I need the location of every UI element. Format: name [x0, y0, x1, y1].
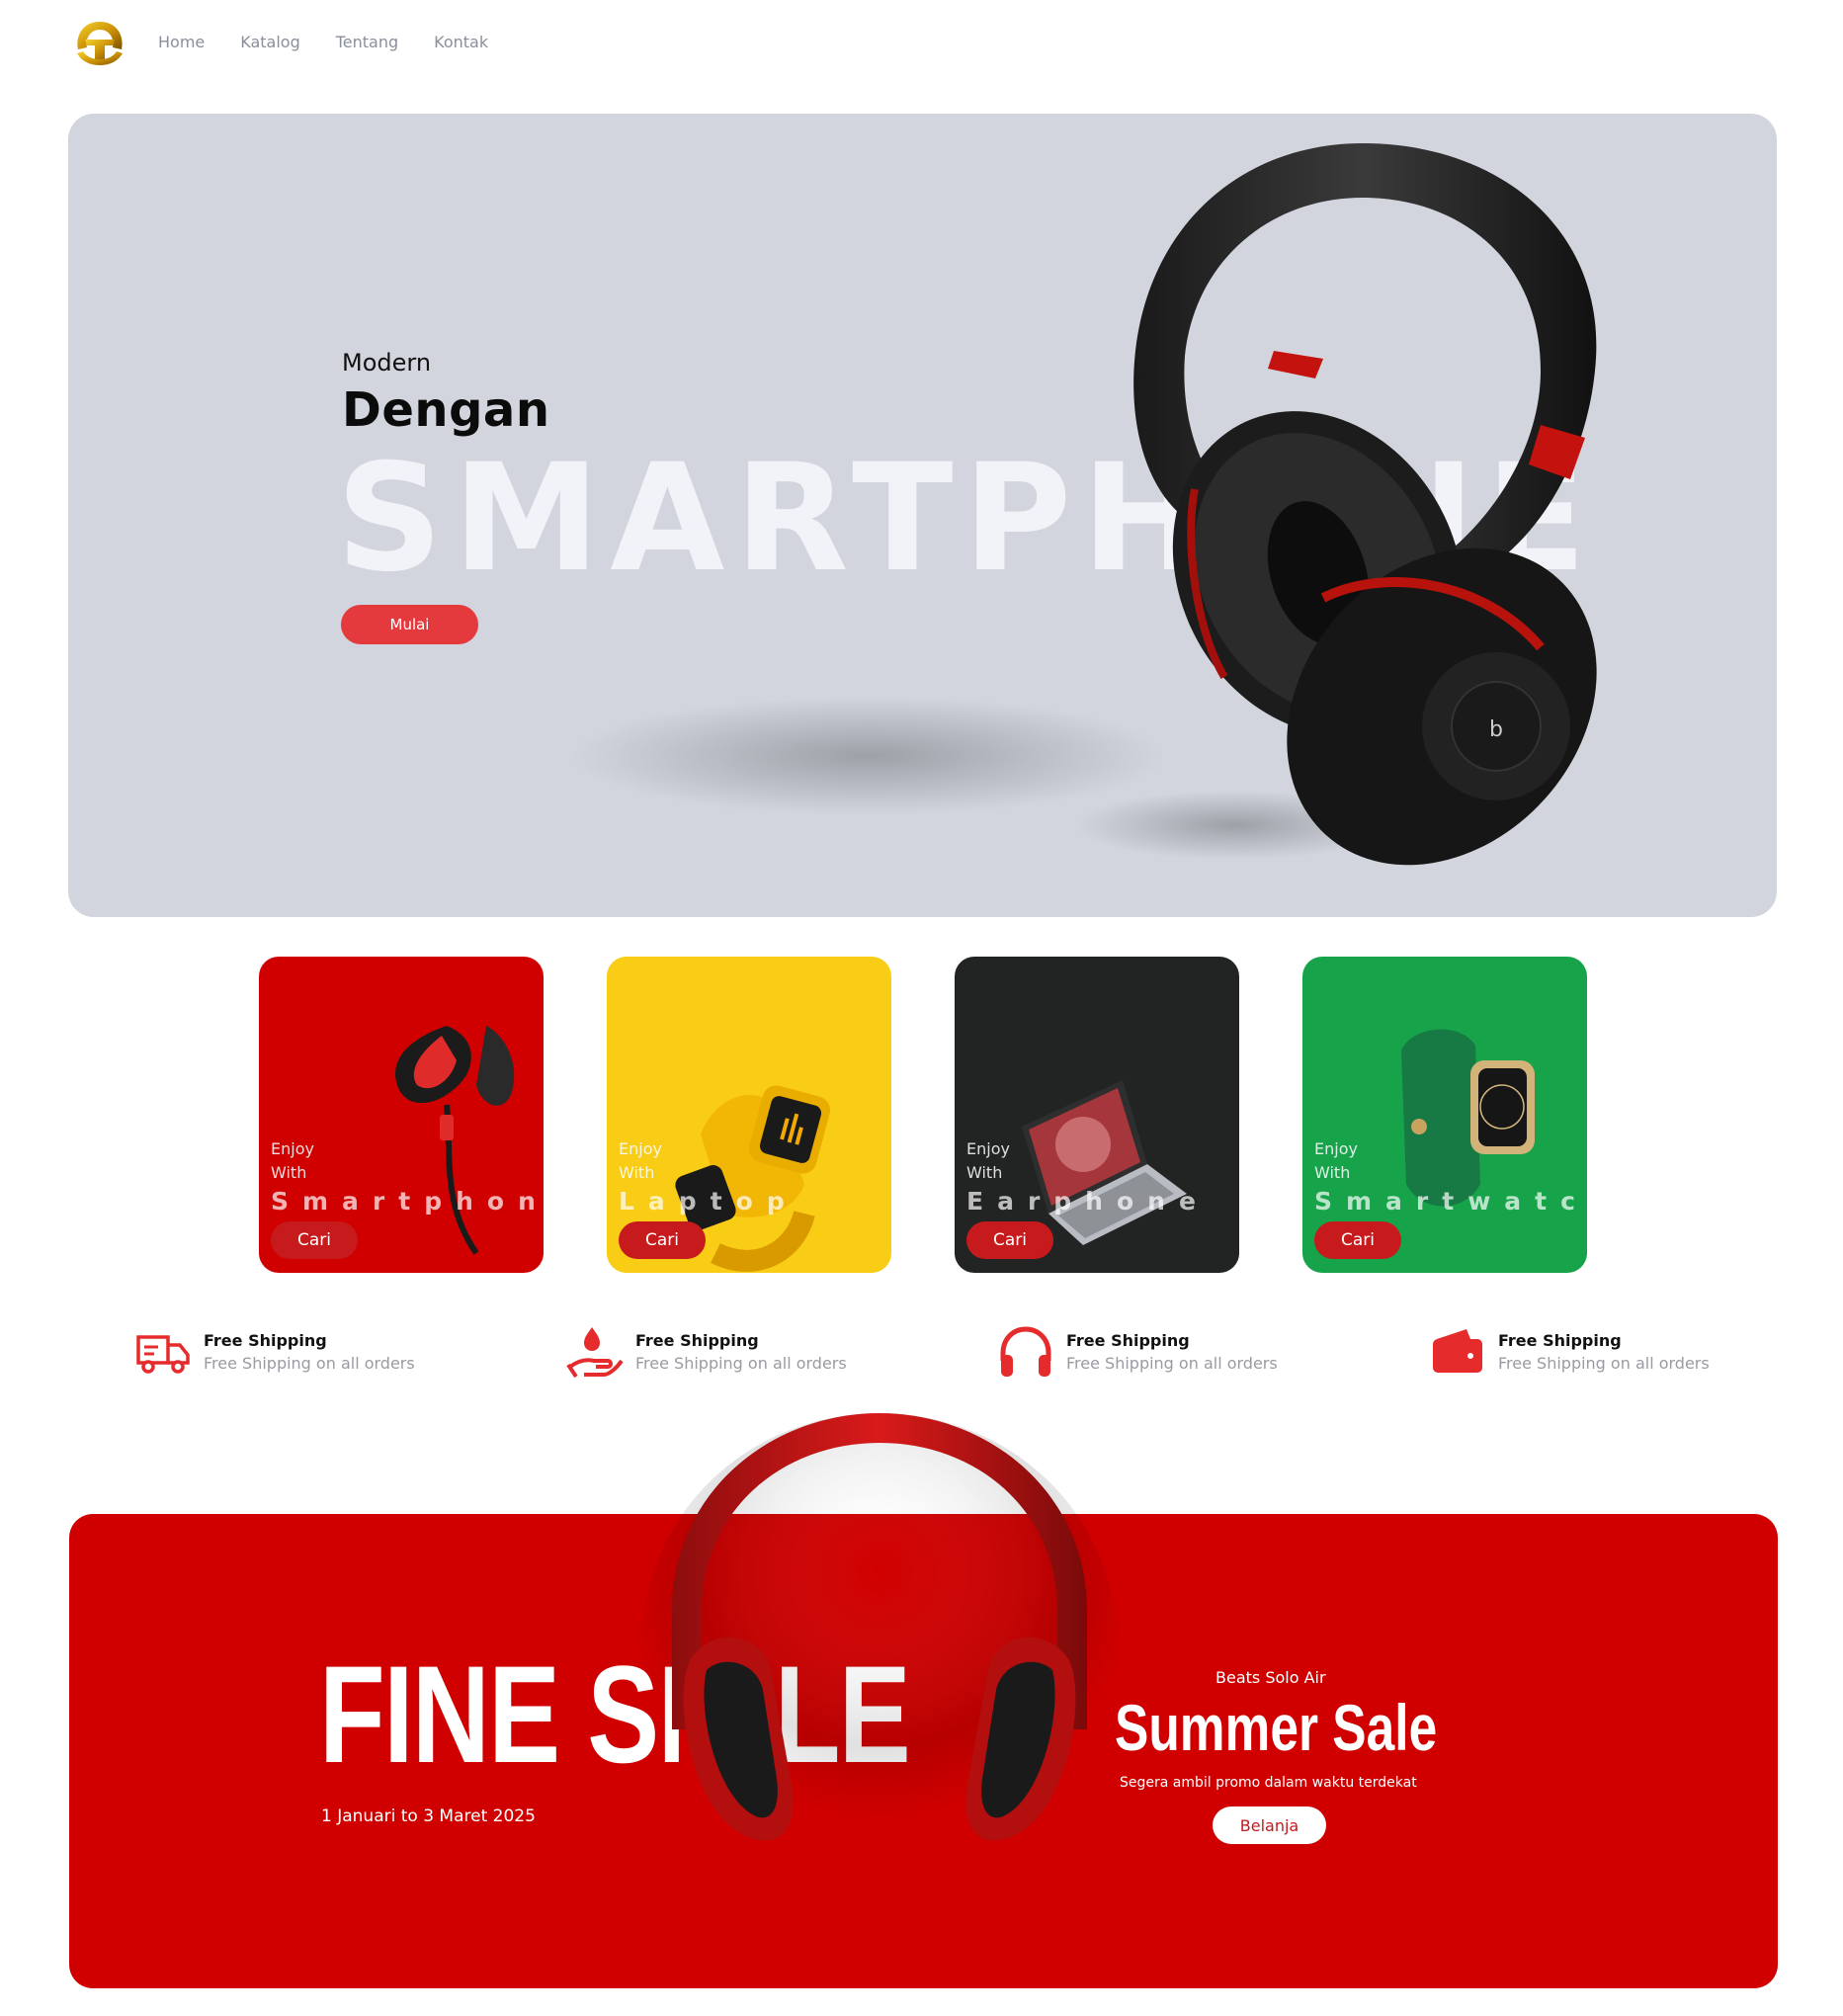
hero-start-button[interactable]: Mulai — [341, 605, 478, 644]
card-enjoy-text: Enjoy — [966, 1139, 1010, 1158]
feature-subtitle: Free Shipping on all orders — [635, 1354, 847, 1373]
nav-tentang[interactable]: Tentang — [336, 33, 398, 51]
card-with-text: With — [271, 1163, 307, 1182]
feature-item: Free Shipping Free Shipping on all order… — [1427, 1322, 1710, 1382]
card-enjoy-text: Enjoy — [271, 1139, 314, 1158]
feature-item: Free Shipping Free Shipping on all order… — [564, 1322, 847, 1382]
feature-title: Free Shipping — [1498, 1331, 1622, 1350]
nav-katalog[interactable]: Katalog — [240, 33, 299, 51]
category-card-smartwatch[interactable]: Enjoy With Smartwatch Cari — [1302, 957, 1587, 1273]
card-enjoy-text: Enjoy — [1314, 1139, 1358, 1158]
headphones-icon — [1000, 1326, 1051, 1377]
wallet-icon — [1433, 1329, 1482, 1373]
card-category-word: Earphone — [966, 1187, 1210, 1216]
card-category-word: Laptop — [619, 1187, 798, 1216]
svg-text:b: b — [1489, 717, 1503, 742]
truck-icon — [136, 1335, 190, 1374]
feature-item: Free Shipping Free Shipping on all order… — [132, 1322, 415, 1382]
nav-kontak[interactable]: Kontak — [434, 33, 488, 51]
brand-logo[interactable] — [69, 14, 130, 69]
top-nav: Home Katalog Tentang Kontak — [69, 14, 524, 69]
card-category-word: Smartphone — [271, 1187, 544, 1216]
category-card-earphone[interactable]: Enjoy With Earphone Cari — [955, 957, 1239, 1273]
card-with-text: With — [619, 1163, 655, 1182]
card-search-button[interactable]: Cari — [1314, 1221, 1401, 1259]
nav-home[interactable]: Home — [158, 33, 205, 51]
sale-date: 1 Januari to 3 Maret 2025 — [321, 1806, 536, 1826]
card-category-word: Smartwatch — [1314, 1187, 1587, 1216]
feature-title: Free Shipping — [1066, 1331, 1190, 1350]
card-with-text: With — [1314, 1163, 1351, 1182]
sale-product-name: Beats Solo Air — [1215, 1668, 1326, 1687]
feature-title: Free Shipping — [204, 1331, 327, 1350]
hero-line-dengan: Dengan — [342, 382, 550, 438]
category-card-smartphone[interactable]: Enjoy With Smartphone Cari — [259, 957, 544, 1273]
card-enjoy-text: Enjoy — [619, 1139, 662, 1158]
shop-button[interactable]: Belanja — [1213, 1806, 1326, 1844]
card-with-text: With — [966, 1163, 1003, 1182]
card-search-button[interactable]: Cari — [619, 1221, 706, 1259]
feature-subtitle: Free Shipping on all orders — [1066, 1354, 1278, 1373]
feature-title: Free Shipping — [635, 1331, 759, 1350]
feature-subtitle: Free Shipping on all orders — [204, 1354, 415, 1373]
feature-item: Free Shipping Free Shipping on all order… — [995, 1322, 1278, 1382]
hero-banner: Modern Dengan SMARTPHONE Mulai b — [68, 114, 1777, 917]
feature-subtitle: Free Shipping on all orders — [1498, 1354, 1710, 1373]
sale-title: Summer Sale — [1115, 1691, 1438, 1764]
hero-line-modern: Modern — [342, 349, 432, 377]
hero-big-word: SMARTPHONE — [336, 433, 1597, 605]
sale-headline: FINE SMILE — [319, 1637, 911, 1792]
category-card-laptop[interactable]: Enjoy With Laptop Cari — [607, 957, 891, 1273]
hand-drop-icon — [566, 1327, 624, 1379]
card-search-button[interactable]: Cari — [271, 1221, 358, 1259]
card-search-button[interactable]: Cari — [966, 1221, 1053, 1259]
sale-subtitle: Segera ambil promo dalam waktu terdekat — [1120, 1775, 1417, 1791]
